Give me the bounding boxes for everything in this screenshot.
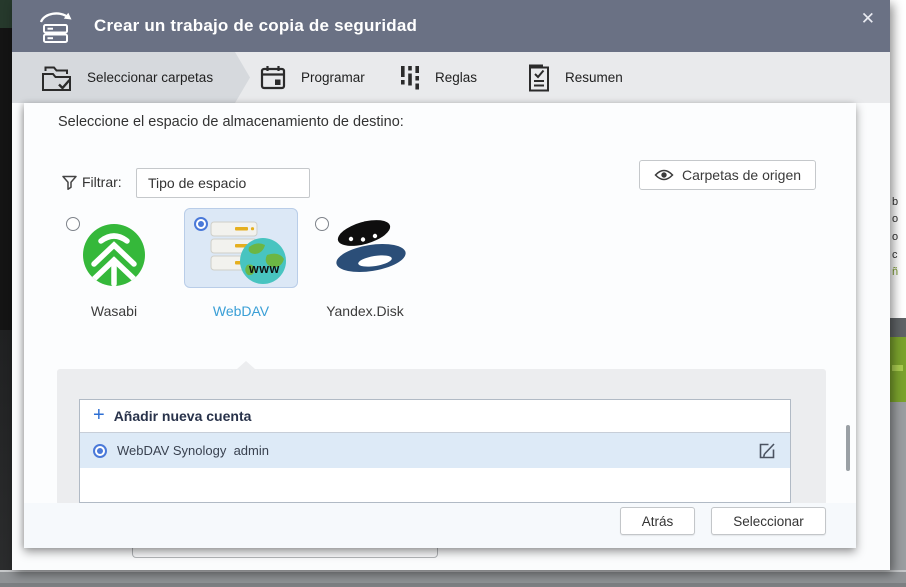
backup-drive-icon: [36, 8, 76, 44]
source-folders-button[interactable]: Carpetas de origen: [639, 160, 816, 190]
radio-account[interactable]: [93, 444, 107, 458]
dialog-title: Crear un trabajo de copia de seguridad: [94, 16, 417, 36]
step-programar[interactable]: Programar: [258, 52, 365, 103]
background-block: [890, 318, 906, 337]
wasabi-logo-icon[interactable]: [81, 222, 147, 288]
filter-type-input[interactable]: [136, 168, 310, 198]
add-account-button[interactable]: + Añadir nueva cuenta: [80, 400, 790, 433]
add-account-label: Añadir nueva cuenta: [114, 408, 252, 424]
clipped-text: b: [892, 196, 898, 208]
radio-wasabi[interactable]: [66, 217, 80, 231]
destination-selection-panel: Seleccione el espacio de almacenamiento …: [24, 103, 856, 548]
step-label: Resumen: [565, 70, 623, 85]
background-right-strip: b o o c ñ: [890, 0, 906, 570]
sliders-icon: [398, 64, 422, 92]
back-button[interactable]: Atrás: [620, 507, 695, 535]
panel-scrollbar-thumb[interactable]: [846, 425, 850, 471]
step-resumen[interactable]: Resumen: [526, 52, 623, 103]
webdav-server-icon: www: [209, 220, 289, 286]
source-folders-label: Carpetas de origen: [682, 167, 801, 183]
yandex-disk-ufo-icon[interactable]: [324, 216, 412, 278]
select-button[interactable]: Seleccionar: [711, 507, 826, 535]
clipped-text: o: [892, 213, 898, 225]
clipped-text: o: [892, 231, 898, 243]
filter-label: Filtrar:: [82, 174, 122, 190]
step-label: Seleccionar carpetas: [87, 70, 213, 85]
provider-label-wasabi[interactable]: Wasabi: [64, 303, 164, 319]
provider-card-webdav[interactable]: www: [184, 208, 298, 288]
background-bottom-band: [0, 570, 906, 587]
clipboard-icon: [526, 63, 552, 93]
background-left-strip: [0, 0, 12, 570]
provider-label-webdav[interactable]: WebDAV: [184, 303, 298, 319]
provider-label-yandex-disk[interactable]: Yandex.Disk: [309, 303, 421, 319]
step-seleccionar-carpetas[interactable]: Seleccionar carpetas: [40, 52, 213, 103]
clipped-text: ñ: [892, 266, 898, 278]
plus-icon: +: [93, 405, 105, 425]
panel-heading: Seleccione el espacio de almacenamiento …: [58, 114, 404, 130]
account-label: WebDAV Synology admin: [117, 443, 269, 458]
folder-check-icon: [40, 62, 74, 94]
dialog-titlebar: Crear un trabajo de copia de seguridad ✕: [12, 0, 890, 52]
panel-footer: Atrás Seleccionar: [24, 503, 856, 548]
account-row-webdav-synology[interactable]: WebDAV Synology admin: [80, 433, 790, 468]
radio-webdav[interactable]: [194, 217, 208, 231]
step-label: Reglas: [435, 70, 477, 85]
account-list: + Añadir nueva cuenta WebDAV Synology ad…: [79, 399, 791, 503]
step-reglas[interactable]: Reglas: [398, 52, 477, 103]
eye-icon: [654, 168, 674, 182]
filter-icon: [61, 174, 78, 191]
close-icon[interactable]: ✕: [859, 8, 877, 29]
calendar-icon: [258, 63, 288, 93]
background-block: [890, 402, 906, 570]
wizard-steps: Seleccionar carpetas Programar: [12, 52, 890, 103]
step-label: Programar: [301, 70, 365, 85]
background-block: [890, 337, 906, 402]
clipped-text: c: [892, 249, 898, 261]
pointer-notch: [237, 361, 255, 369]
edit-icon[interactable]: [757, 441, 777, 461]
svg-text:www: www: [248, 262, 280, 276]
